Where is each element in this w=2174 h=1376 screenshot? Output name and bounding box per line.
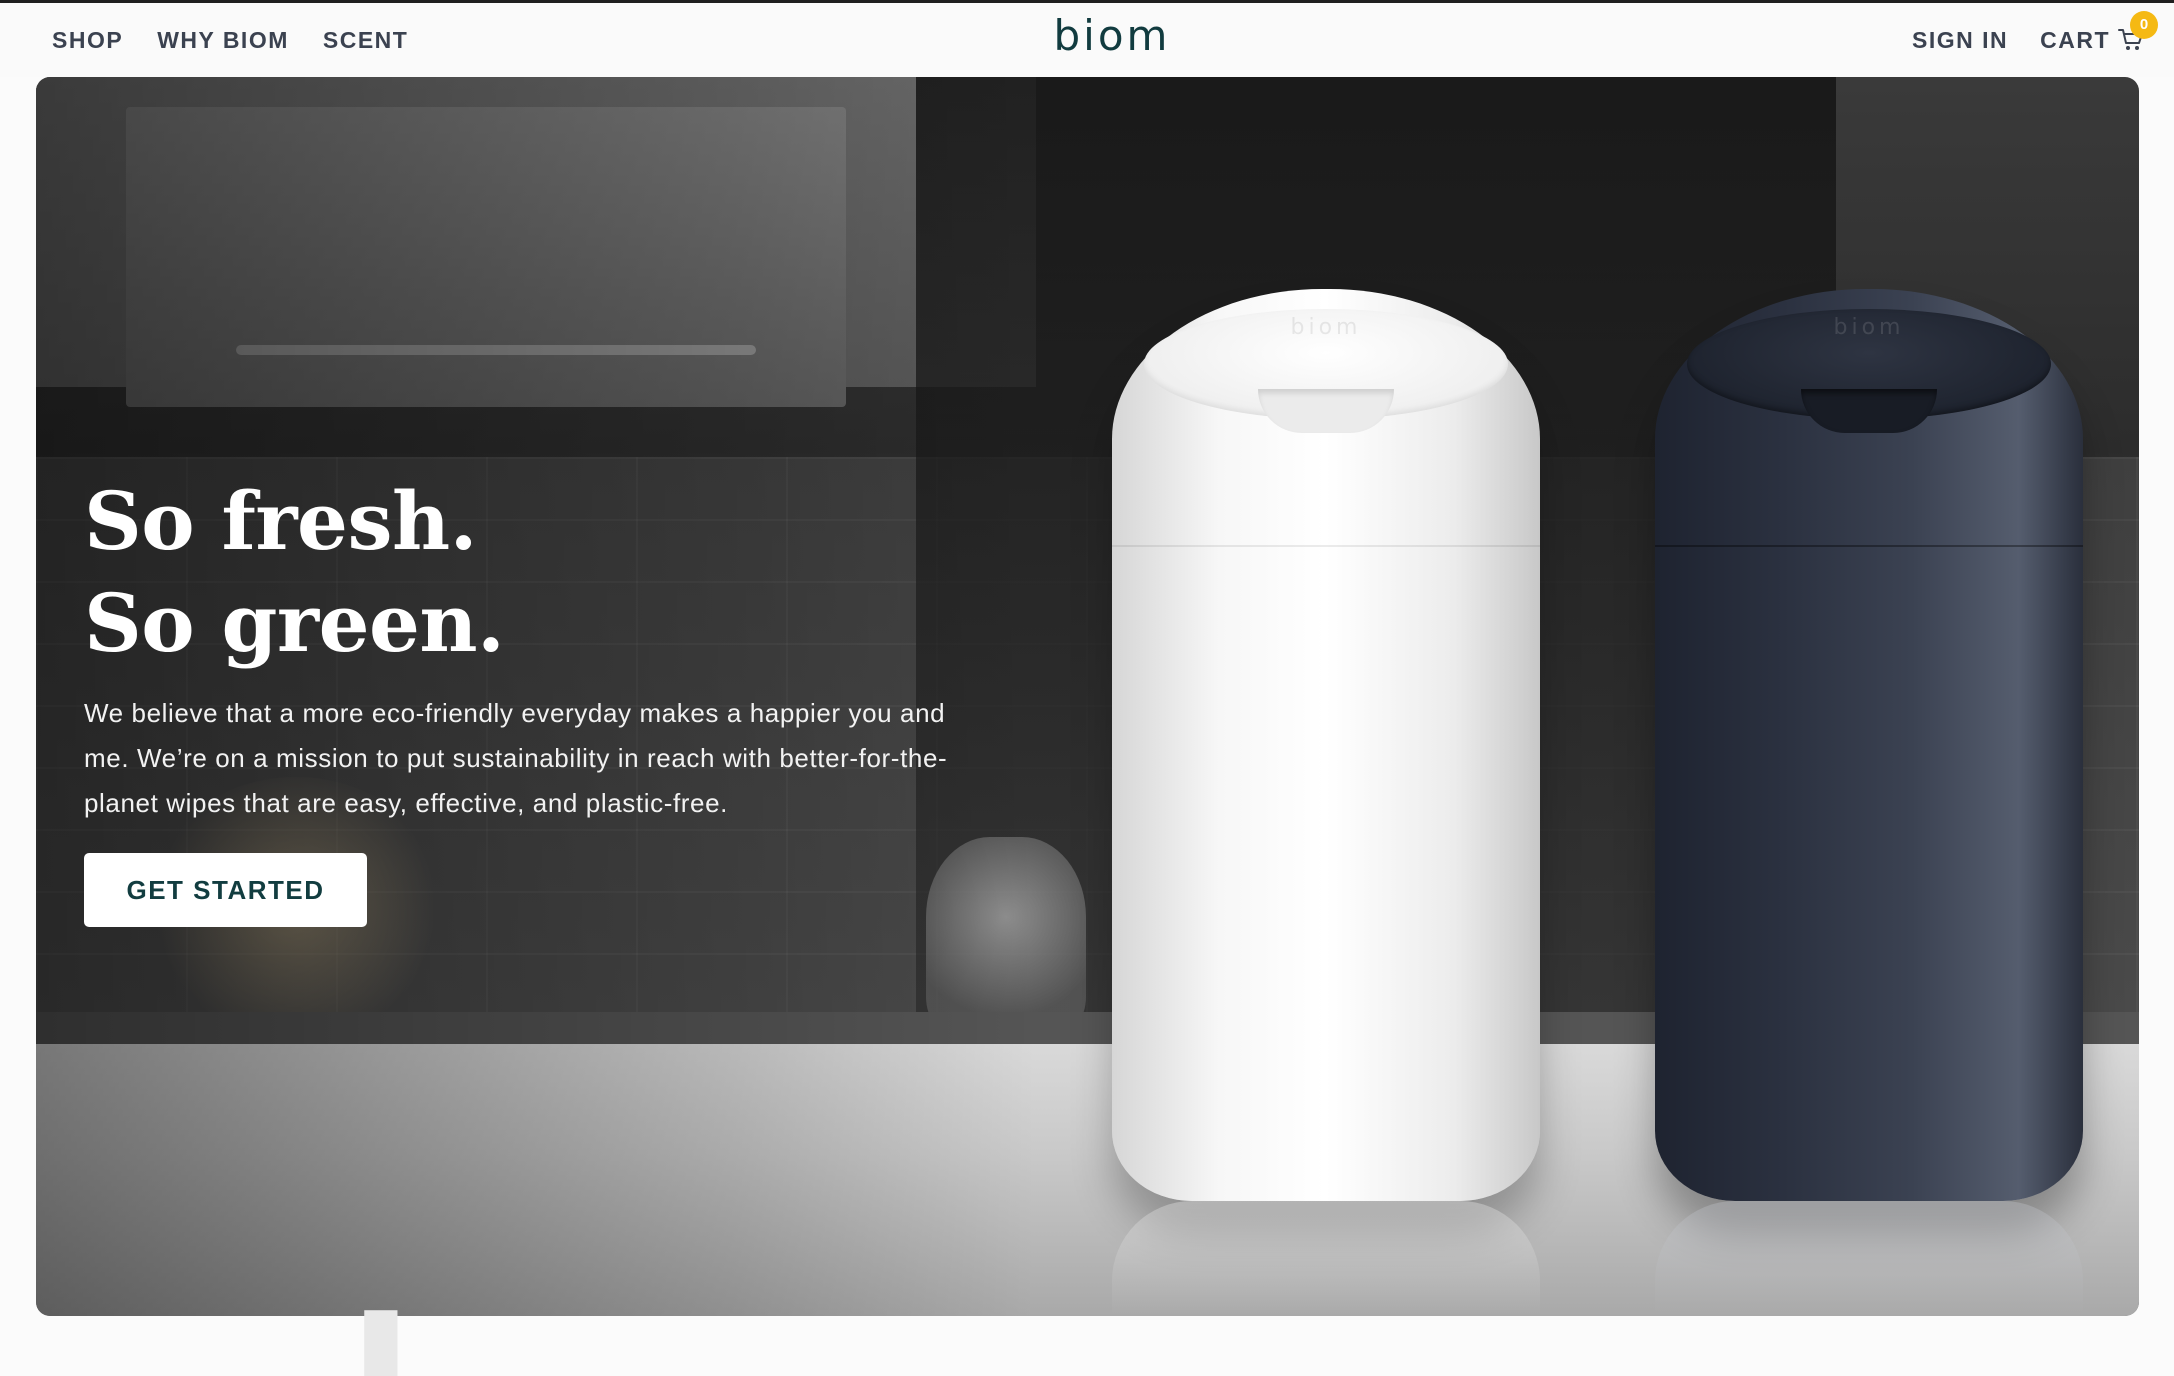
primary-nav: SHOP WHY BIOM SCENT	[52, 3, 408, 77]
get-started-button[interactable]: GET STARTED	[84, 853, 367, 927]
dark-bin-notch	[1801, 389, 1937, 433]
brand-logo[interactable]: biom	[1042, 11, 1182, 60]
hero-headline-line-1: So fresh.	[84, 474, 478, 568]
sign-in-link[interactable]: SIGN IN	[1912, 27, 2008, 54]
cart-link[interactable]: CART 0	[2040, 10, 2158, 54]
white-bin-image: biom	[1112, 289, 1540, 1201]
hero-subcopy: We believe that a more eco-friendly ever…	[84, 698, 948, 818]
hero-headline: So fresh. So green.	[84, 470, 505, 674]
nav-scent-link[interactable]: SCENT	[323, 27, 408, 54]
hero-banner: biom biom So fresh. So green. We believe…	[36, 77, 2139, 1316]
dark-bin-logo-emboss: biom	[1833, 315, 1905, 340]
white-bin-notch	[1258, 389, 1394, 433]
nav-why-biom-link[interactable]: WHY BIOM	[157, 27, 289, 54]
top-navigation: SHOP WHY BIOM SCENT biom SIGN IN CART 0	[0, 3, 2174, 77]
white-bin-reflection	[1112, 1201, 1540, 1316]
account-nav: SIGN IN CART 0	[1912, 3, 2158, 77]
hero-headline-line-2: So green.	[84, 576, 505, 670]
cart-count-badge: 0	[2130, 10, 2158, 39]
nav-shop-link[interactable]: SHOP	[52, 27, 123, 54]
next-section-decoration: ▮	[356, 1300, 406, 1376]
white-bin-logo-emboss: biom	[1290, 315, 1362, 340]
dark-bin-seam	[1655, 545, 2083, 547]
dark-bin-reflection	[1655, 1201, 2083, 1316]
cart-label: CART	[2040, 26, 2110, 53]
dark-bin-image: biom	[1655, 289, 2083, 1201]
white-bin-seam	[1112, 545, 1540, 547]
